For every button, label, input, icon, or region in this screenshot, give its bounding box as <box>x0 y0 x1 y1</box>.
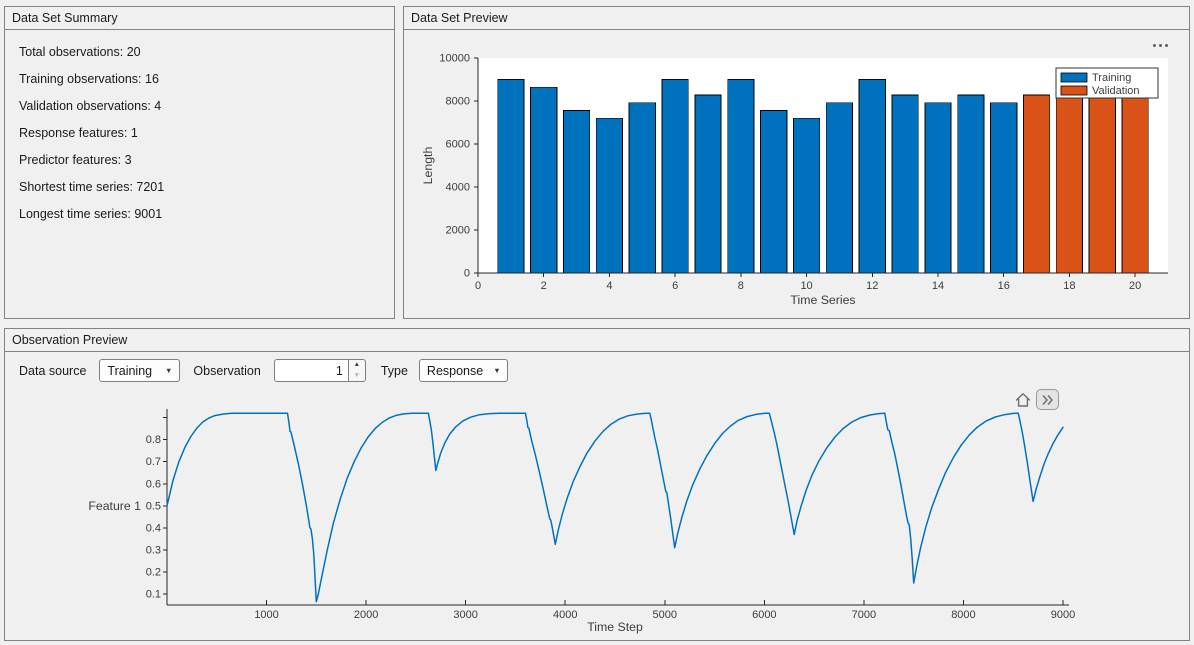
svg-text:10: 10 <box>800 280 812 292</box>
svg-text:0: 0 <box>475 280 481 292</box>
data-set-summary-list: Total observations: 20 Training observat… <box>5 30 394 228</box>
summary-response-features: Response features: 1 <box>5 120 394 147</box>
svg-text:8000: 8000 <box>951 609 975 621</box>
observation-preview-title: Observation Preview <box>5 329 1189 352</box>
svg-text:Feature 1: Feature 1 <box>88 499 141 513</box>
svg-text:2: 2 <box>541 280 547 292</box>
axes-toolbar <box>1013 389 1059 410</box>
svg-text:16: 16 <box>998 280 1010 292</box>
summary-longest-time-series: Longest time series: 9001 <box>5 201 394 228</box>
length-bar-chart: 0 2 4 6 8 10 12 14 16 18 20 0 2000 4000 6000 8000 10000 T… <box>404 29 1189 319</box>
svg-text:0.1: 0.1 <box>146 588 161 600</box>
svg-text:12: 12 <box>866 280 878 292</box>
summary-training-observations: Training observations: 16 <box>5 66 394 93</box>
svg-text:6: 6 <box>672 280 678 292</box>
svg-text:0.3: 0.3 <box>146 544 161 556</box>
data-set-preview-panel: Data Set Preview 0 2 4 6 8 10 12 14 16 18 20 0 2000 4… <box>403 6 1190 319</box>
svg-text:7000: 7000 <box>852 609 876 621</box>
svg-text:20: 20 <box>1129 280 1141 292</box>
data-set-preview-title: Data Set Preview <box>404 7 1189 30</box>
svg-text:4000: 4000 <box>446 182 470 194</box>
home-icon[interactable] <box>1013 390 1033 410</box>
svg-text:Training: Training <box>1092 72 1131 84</box>
svg-text:Time Series: Time Series <box>790 293 855 307</box>
svg-text:5000: 5000 <box>653 609 677 621</box>
svg-text:0.5: 0.5 <box>146 500 161 512</box>
svg-text:0.7: 0.7 <box>146 456 161 468</box>
svg-text:Validation: Validation <box>1092 85 1140 97</box>
svg-text:0.8: 0.8 <box>146 434 161 446</box>
svg-text:0.2: 0.2 <box>146 566 161 578</box>
svg-text:6000: 6000 <box>752 609 776 621</box>
svg-text:2000: 2000 <box>446 225 470 237</box>
svg-text:0.4: 0.4 <box>146 522 161 534</box>
svg-text:4000: 4000 <box>553 609 577 621</box>
svg-text:Length: Length <box>421 147 435 185</box>
summary-shortest-time-series: Shortest time series: 7201 <box>5 174 394 201</box>
svg-text:0.6: 0.6 <box>146 478 161 490</box>
svg-text:6000: 6000 <box>446 139 470 151</box>
svg-text:10000: 10000 <box>439 53 470 65</box>
summary-predictor-features: Predictor features: 3 <box>5 147 394 174</box>
toolbar-expand-icon[interactable] <box>1036 389 1059 410</box>
app-window: { "colors": { "training_blue": "#0072BD"… <box>0 0 1194 645</box>
svg-text:2000: 2000 <box>354 609 378 621</box>
svg-text:8000: 8000 <box>446 96 470 108</box>
data-set-summary-title: Data Set Summary <box>5 7 394 30</box>
summary-validation-observations: Validation observations: 4 <box>5 93 394 120</box>
observation-preview-panel: Observation Preview Data source Training… <box>4 328 1190 641</box>
summary-total-observations: Total observations: 20 <box>5 39 394 66</box>
svg-text:14: 14 <box>932 280 944 292</box>
feature-line-chart: 1000 2000 3000 4000 5000 6000 7000 8000 9000 0.1 0… <box>5 351 1189 641</box>
svg-text:0: 0 <box>464 268 470 280</box>
svg-text:Time Step: Time Step <box>587 620 643 634</box>
svg-text:1000: 1000 <box>254 609 278 621</box>
svg-text:3000: 3000 <box>453 609 477 621</box>
data-set-summary-panel: Data Set Summary Total observations: 20 … <box>4 6 395 319</box>
svg-text:9000: 9000 <box>1051 609 1075 621</box>
svg-text:18: 18 <box>1063 280 1075 292</box>
svg-text:8: 8 <box>738 280 744 292</box>
svg-text:4: 4 <box>606 280 612 292</box>
